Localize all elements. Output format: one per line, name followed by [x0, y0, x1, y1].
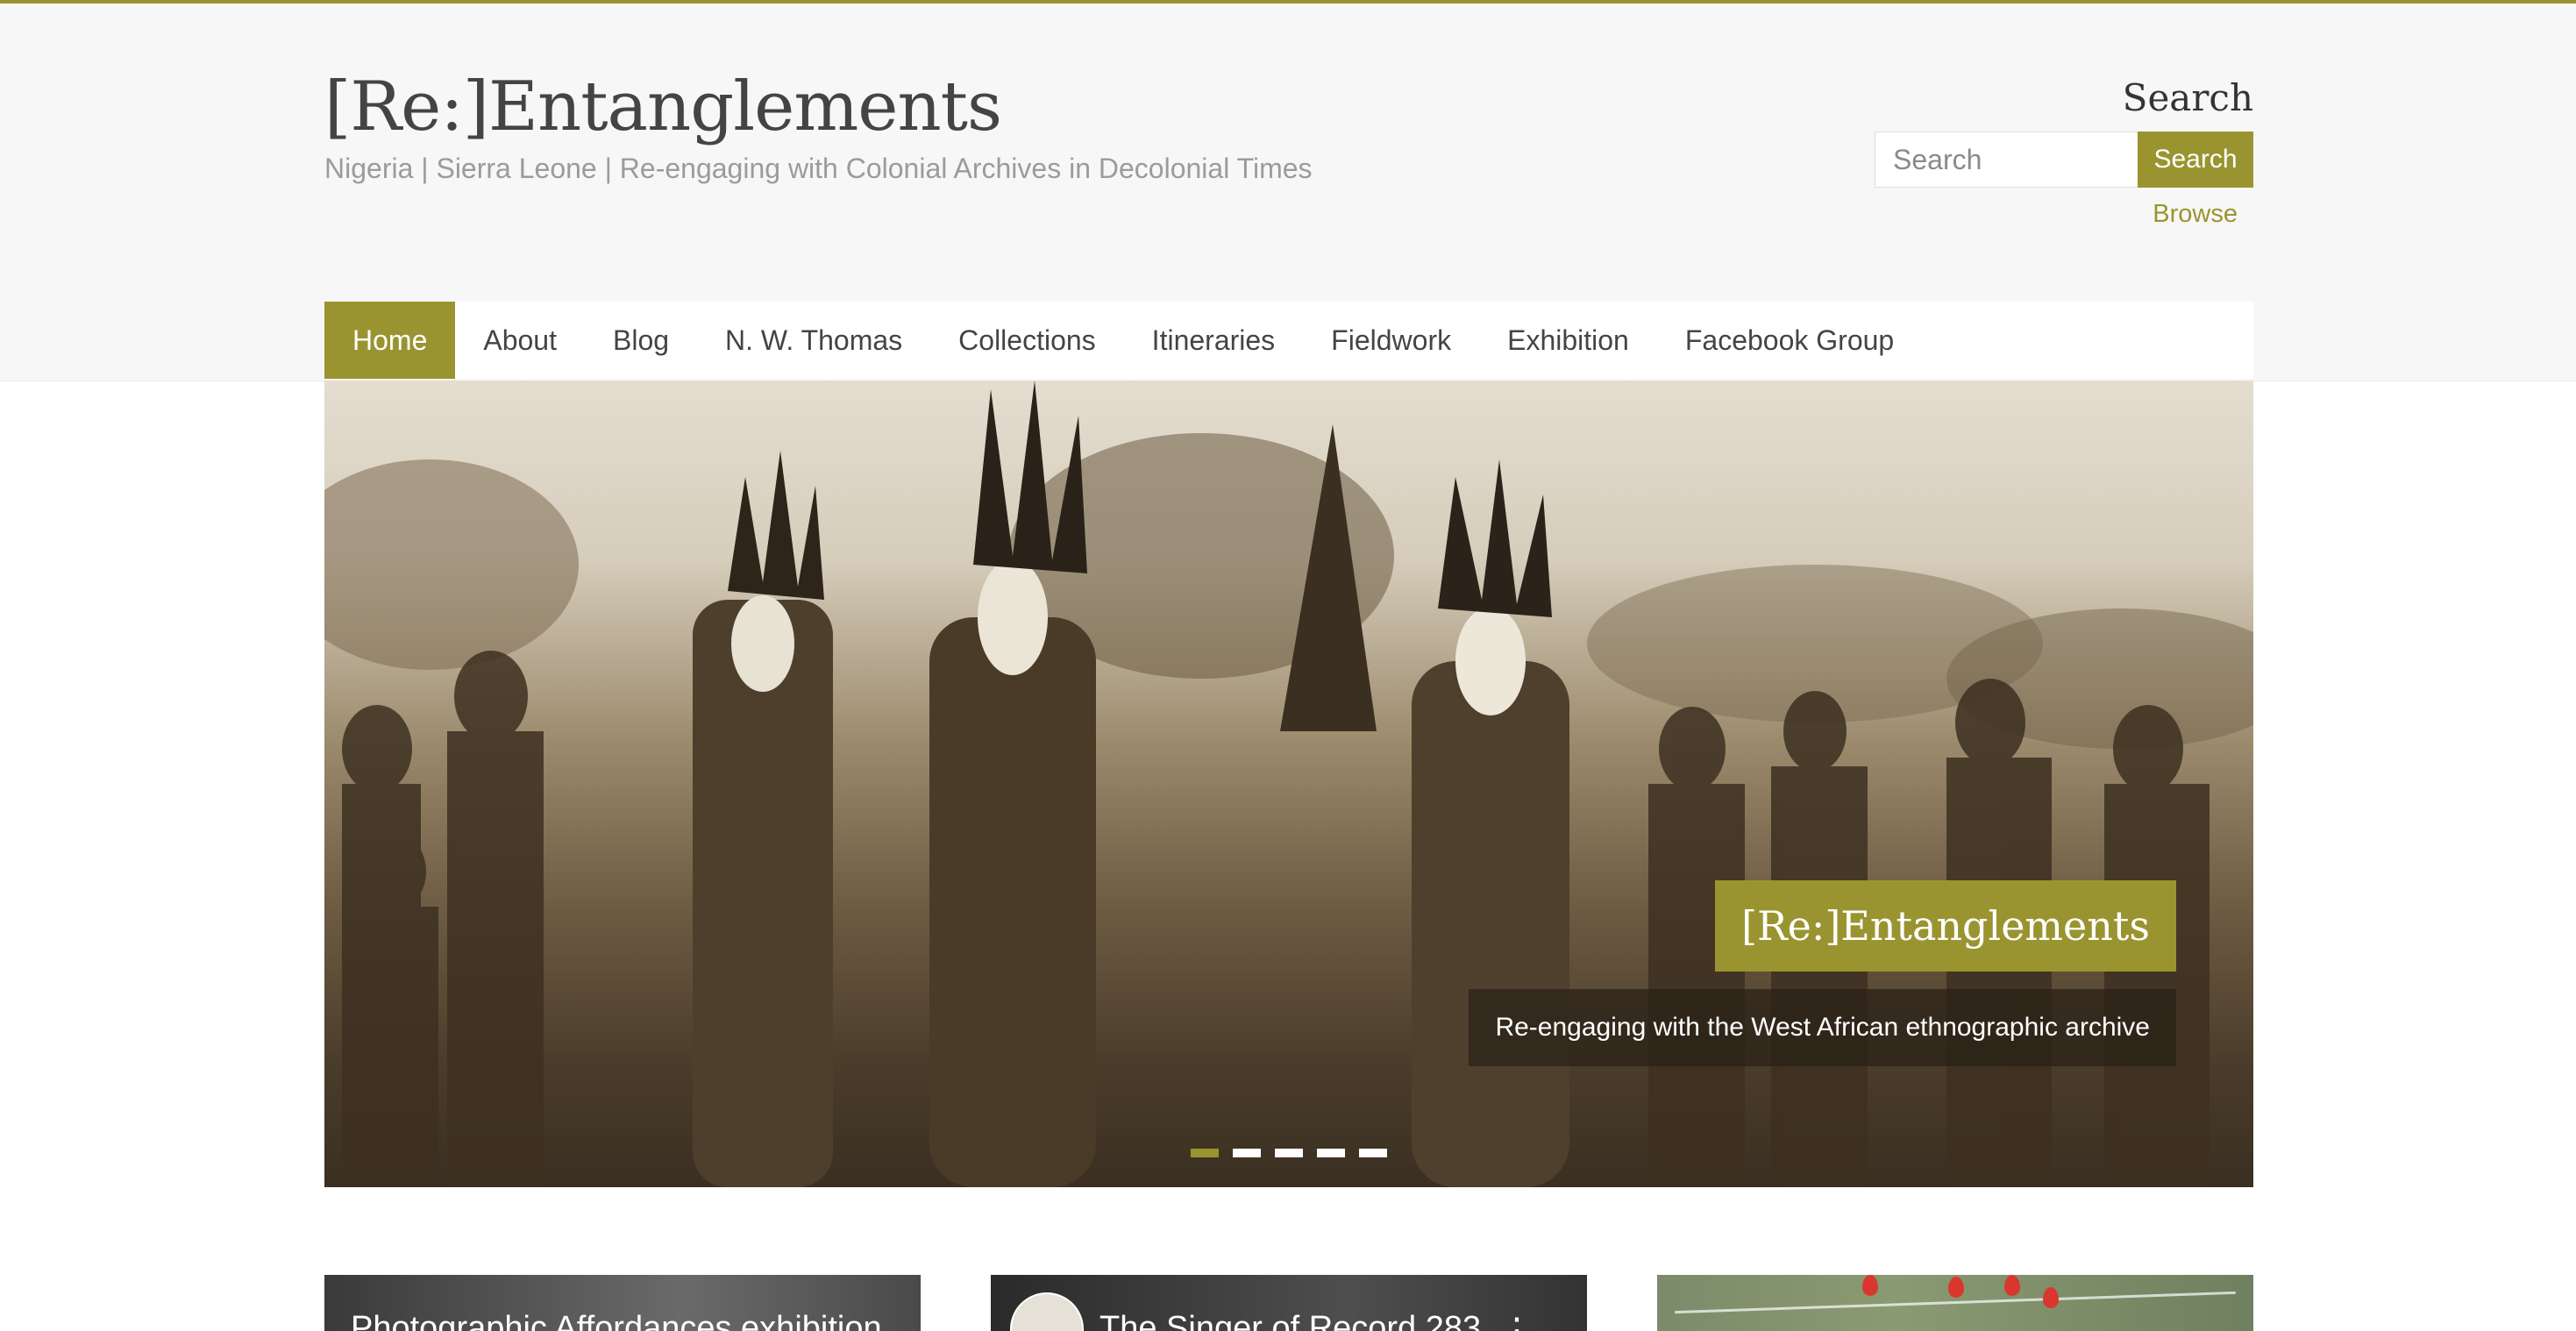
- channel-avatar-icon: [1010, 1292, 1084, 1331]
- slide-indicators: [1191, 1149, 1387, 1157]
- slide-indicator-3[interactable]: [1275, 1149, 1303, 1157]
- search-input[interactable]: [1875, 132, 2138, 188]
- exhibition-card-title: Photographic Affordances exhibition: [351, 1310, 882, 1331]
- hero-photograph: [324, 381, 2253, 1187]
- nav-item-itineraries[interactable]: Itineraries: [1124, 302, 1304, 379]
- search-button[interactable]: Search: [2138, 132, 2253, 188]
- search-heading: Search: [2122, 76, 2253, 119]
- slide-indicator-2[interactable]: [1233, 1149, 1261, 1157]
- slide-indicator-1[interactable]: [1191, 1149, 1219, 1157]
- nav-item-collections[interactable]: Collections: [930, 302, 1124, 379]
- main-navigation: Home About Blog N. W. Thomas Collections…: [324, 302, 2253, 379]
- map-pin-icon: [1862, 1275, 1878, 1296]
- exhibition-card[interactable]: Photographic Affordances exhibition: [324, 1275, 921, 1331]
- map-pin-icon: [2004, 1275, 2020, 1296]
- nav-item-blog[interactable]: Blog: [585, 302, 697, 379]
- nav-item-home[interactable]: Home: [324, 302, 456, 379]
- video-card[interactable]: The Singer of Record 283 ⋮: [991, 1275, 1587, 1331]
- site-tagline: Nigeria | Sierra Leone | Re-engaging wit…: [324, 153, 1313, 184]
- slide-indicator-4[interactable]: [1317, 1149, 1345, 1157]
- nav-item-facebook-group[interactable]: Facebook Group: [1657, 302, 1922, 379]
- slide-caption-title: [Re:]Entanglements: [1715, 880, 2176, 972]
- hero-slideshow[interactable]: [Re:]Entanglements Re-engaging with the …: [324, 381, 2253, 1187]
- map-pin-icon: [1948, 1277, 1964, 1298]
- nav-item-exhibition[interactable]: Exhibition: [1479, 302, 1657, 379]
- nav-item-fieldwork[interactable]: Fieldwork: [1303, 302, 1479, 379]
- more-options-icon[interactable]: ⋮: [1499, 1313, 1534, 1331]
- browse-link[interactable]: Browse: [2153, 198, 2238, 230]
- slide-caption-text: Re-engaging with the West African ethnog…: [1469, 989, 2176, 1066]
- map-card[interactable]: [1657, 1275, 2253, 1331]
- nav-item-nw-thomas[interactable]: N. W. Thomas: [697, 302, 930, 379]
- nav-item-about[interactable]: About: [455, 302, 585, 379]
- slide-indicator-5[interactable]: [1359, 1149, 1387, 1157]
- site-title[interactable]: [Re:]Entanglements: [324, 65, 1002, 149]
- video-title: The Singer of Record 283: [1099, 1310, 1482, 1331]
- map-pin-icon: [2043, 1287, 2059, 1308]
